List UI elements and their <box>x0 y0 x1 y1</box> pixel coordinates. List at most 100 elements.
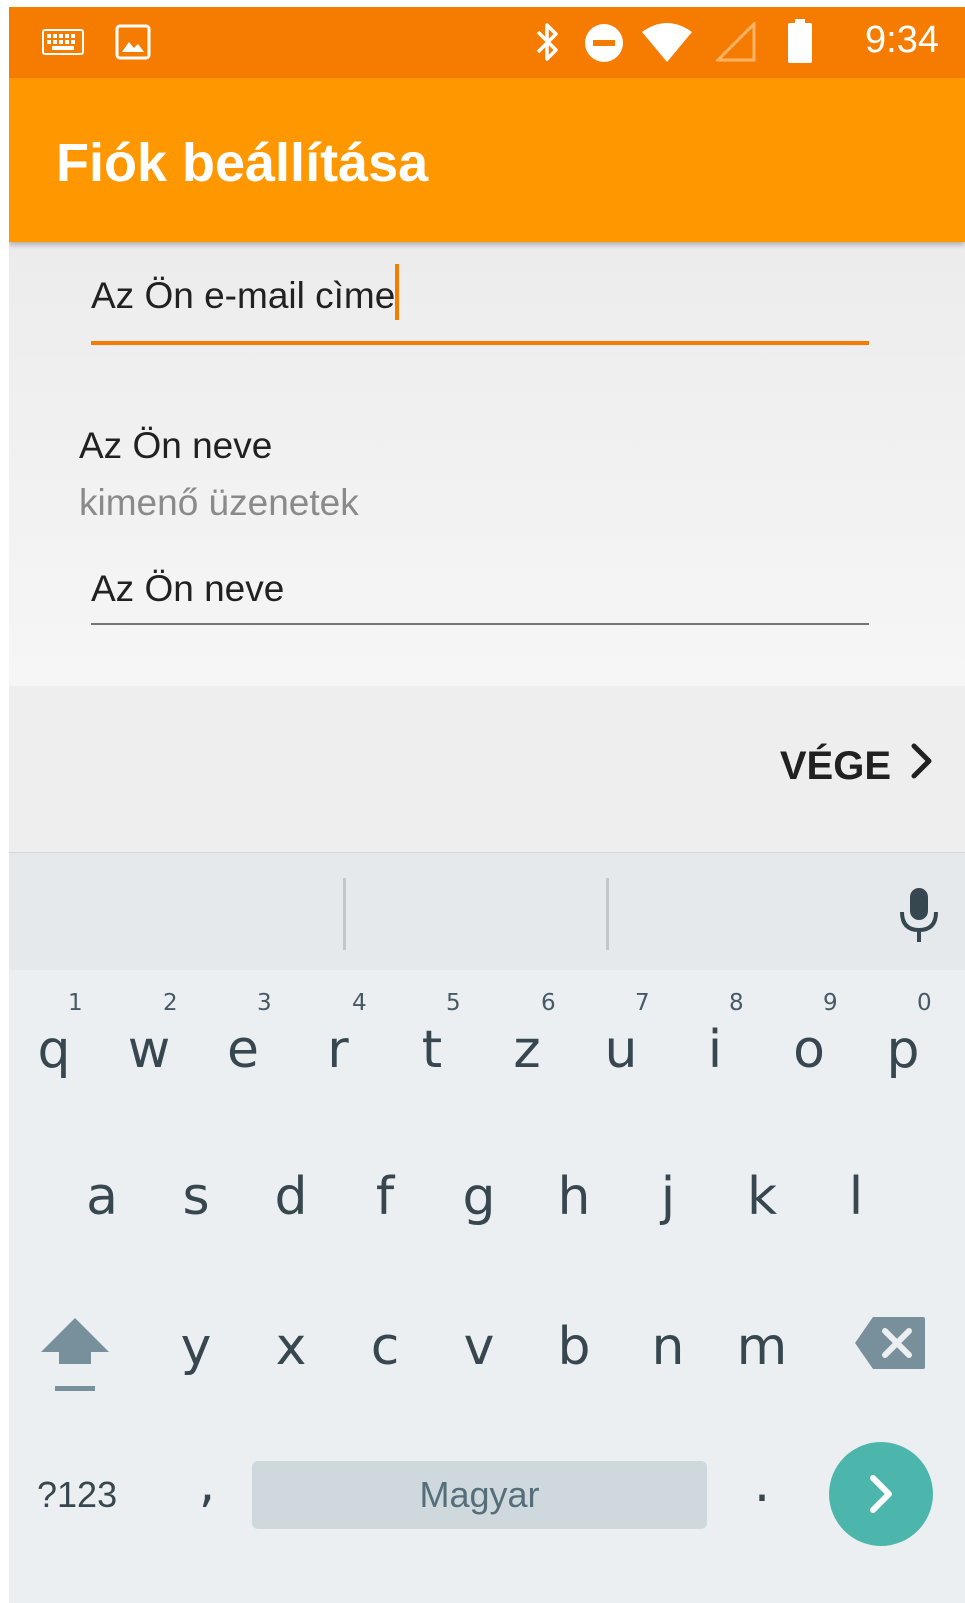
key-label: i <box>707 1020 723 1080</box>
done-button[interactable]: VÉGE <box>780 742 935 790</box>
name-sublabel: kimenő üzenetek <box>79 482 359 523</box>
battery-icon <box>788 19 812 68</box>
app-bar: Fiók beállítása <box>9 78 965 242</box>
key-x[interactable]: x <box>261 1317 321 1377</box>
key-h[interactable]: h <box>544 1167 604 1227</box>
name-label: Az Ön neve <box>79 425 273 466</box>
key-hint: 9 <box>823 990 838 1016</box>
key-label: h <box>557 1167 591 1227</box>
key-n[interactable]: n <box>638 1317 698 1377</box>
key-label: t <box>421 1020 443 1080</box>
key-i[interactable]: 8i <box>685 990 745 1092</box>
enter-arrow-icon <box>829 1475 933 1550</box>
symbols-key[interactable]: ?123 <box>37 1474 117 1516</box>
key-label: z <box>513 1020 541 1080</box>
key-label: x <box>275 1317 307 1377</box>
key-d[interactable]: d <box>261 1167 321 1227</box>
key-label: m <box>736 1317 788 1377</box>
name-field-underline <box>91 623 869 625</box>
key-label: g <box>462 1167 496 1227</box>
key-label: s <box>182 1167 210 1227</box>
enter-key[interactable] <box>829 1442 933 1546</box>
shift-icon <box>39 1318 111 1400</box>
key-label: o <box>793 1020 825 1080</box>
status-bar: 9:34 <box>9 7 965 78</box>
key-q[interactable]: 1q <box>24 990 84 1092</box>
key-r[interactable]: 4r <box>308 990 368 1092</box>
signal-icon <box>714 20 756 67</box>
page-title: Fiók beállítása <box>56 133 429 193</box>
key-j[interactable]: j <box>638 1167 698 1227</box>
key-label: l <box>848 1167 864 1227</box>
shift-key[interactable] <box>35 1312 115 1412</box>
key-label: w <box>127 1020 171 1080</box>
screen: 9:34 Fiók beállítása Az Ön e-mail cìme A… <box>9 7 965 1603</box>
footer-bar: VÉGE <box>9 686 965 852</box>
key-hint: 6 <box>541 990 556 1016</box>
key-hint: 7 <box>635 990 650 1016</box>
key-label: k <box>746 1167 778 1227</box>
done-button-label: VÉGE <box>779 743 891 788</box>
bluetooth-icon <box>534 21 560 68</box>
key-hint: 3 <box>257 990 272 1016</box>
key-hint: 1 <box>68 990 83 1016</box>
key-k[interactable]: k <box>732 1167 792 1227</box>
key-a[interactable]: a <box>72 1167 132 1227</box>
key-label: p <box>886 1020 920 1080</box>
keyboard-icon <box>42 29 84 60</box>
key-label: d <box>274 1167 308 1227</box>
key-s[interactable]: s <box>166 1167 226 1227</box>
text-cursor <box>395 264 400 320</box>
suggestion-divider <box>606 878 609 950</box>
key-f[interactable]: f <box>355 1167 415 1227</box>
email-field-value: Az Ön e-mail cìme <box>91 275 396 316</box>
suggestion-strip <box>9 852 965 970</box>
space-key[interactable]: Magyar <box>252 1461 707 1529</box>
status-time: 9:34 <box>865 19 939 61</box>
key-label: f <box>375 1167 395 1227</box>
key-label: a <box>86 1167 118 1227</box>
soft-keyboard: 1q2w3e4r5t6z7u8i9o0p asdfghjkl y x c v b… <box>9 852 965 1603</box>
period-key[interactable]: . <box>742 1454 782 1514</box>
key-g[interactable]: g <box>449 1167 509 1227</box>
key-label: n <box>651 1317 685 1377</box>
key-m[interactable]: m <box>732 1317 792 1377</box>
key-b[interactable]: b <box>544 1317 604 1377</box>
key-y[interactable]: y <box>166 1317 226 1377</box>
key-label: e <box>227 1020 259 1080</box>
key-label: y <box>180 1317 212 1377</box>
key-z[interactable]: 6z <box>497 990 557 1092</box>
account-setup-form: Az Ön e-mail cìme Az Ön neve kimenő üzen… <box>9 242 965 686</box>
key-hint: 0 <box>917 990 932 1016</box>
key-hint: 5 <box>446 990 461 1016</box>
key-label: r <box>327 1020 349 1080</box>
key-t[interactable]: 5t <box>402 990 462 1092</box>
backspace-icon <box>853 1317 927 1375</box>
email-field[interactable]: Az Ön e-mail cìme <box>91 264 869 345</box>
key-label: q <box>37 1020 71 1080</box>
key-w[interactable]: 2w <box>119 990 179 1092</box>
key-p[interactable]: 0p <box>873 990 933 1092</box>
key-v[interactable]: v <box>449 1317 509 1377</box>
email-field-underline <box>91 341 869 345</box>
key-hint: 4 <box>352 990 367 1016</box>
key-u[interactable]: 7u <box>591 990 651 1092</box>
backspace-key[interactable] <box>847 1315 933 1385</box>
key-label: c <box>370 1317 400 1377</box>
image-icon <box>115 24 151 65</box>
key-o[interactable]: 9o <box>779 990 839 1092</box>
key-label: j <box>660 1167 676 1227</box>
chevron-right-icon <box>909 742 935 790</box>
name-field[interactable]: Az Ön neve <box>91 568 869 625</box>
comma-key[interactable]: , <box>187 1454 227 1514</box>
key-label: b <box>557 1317 591 1377</box>
microphone-icon[interactable] <box>897 886 941 949</box>
key-hint: 2 <box>163 990 178 1016</box>
suggestion-divider <box>343 878 346 950</box>
key-c[interactable]: c <box>355 1317 415 1377</box>
key-hint: 8 <box>729 990 744 1016</box>
key-l[interactable]: l <box>826 1167 886 1227</box>
name-field-value: Az Ön neve <box>91 568 285 609</box>
key-label: v <box>463 1317 495 1377</box>
key-e[interactable]: 3e <box>213 990 273 1092</box>
